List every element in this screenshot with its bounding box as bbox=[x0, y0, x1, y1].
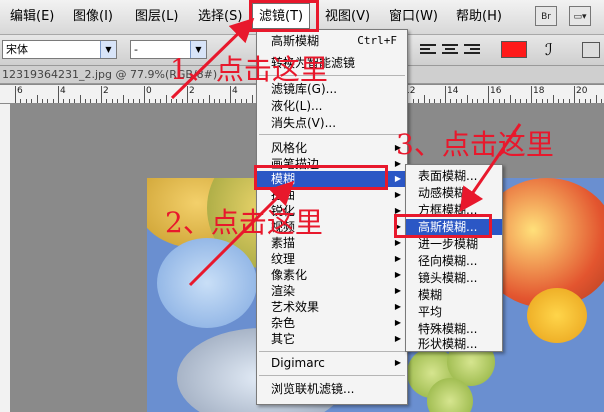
arrow-step-1 bbox=[170, 17, 255, 100]
annotation-arrows bbox=[170, 17, 522, 287]
arrow-step-2 bbox=[188, 180, 295, 287]
arrow-step-3 bbox=[459, 123, 522, 212]
